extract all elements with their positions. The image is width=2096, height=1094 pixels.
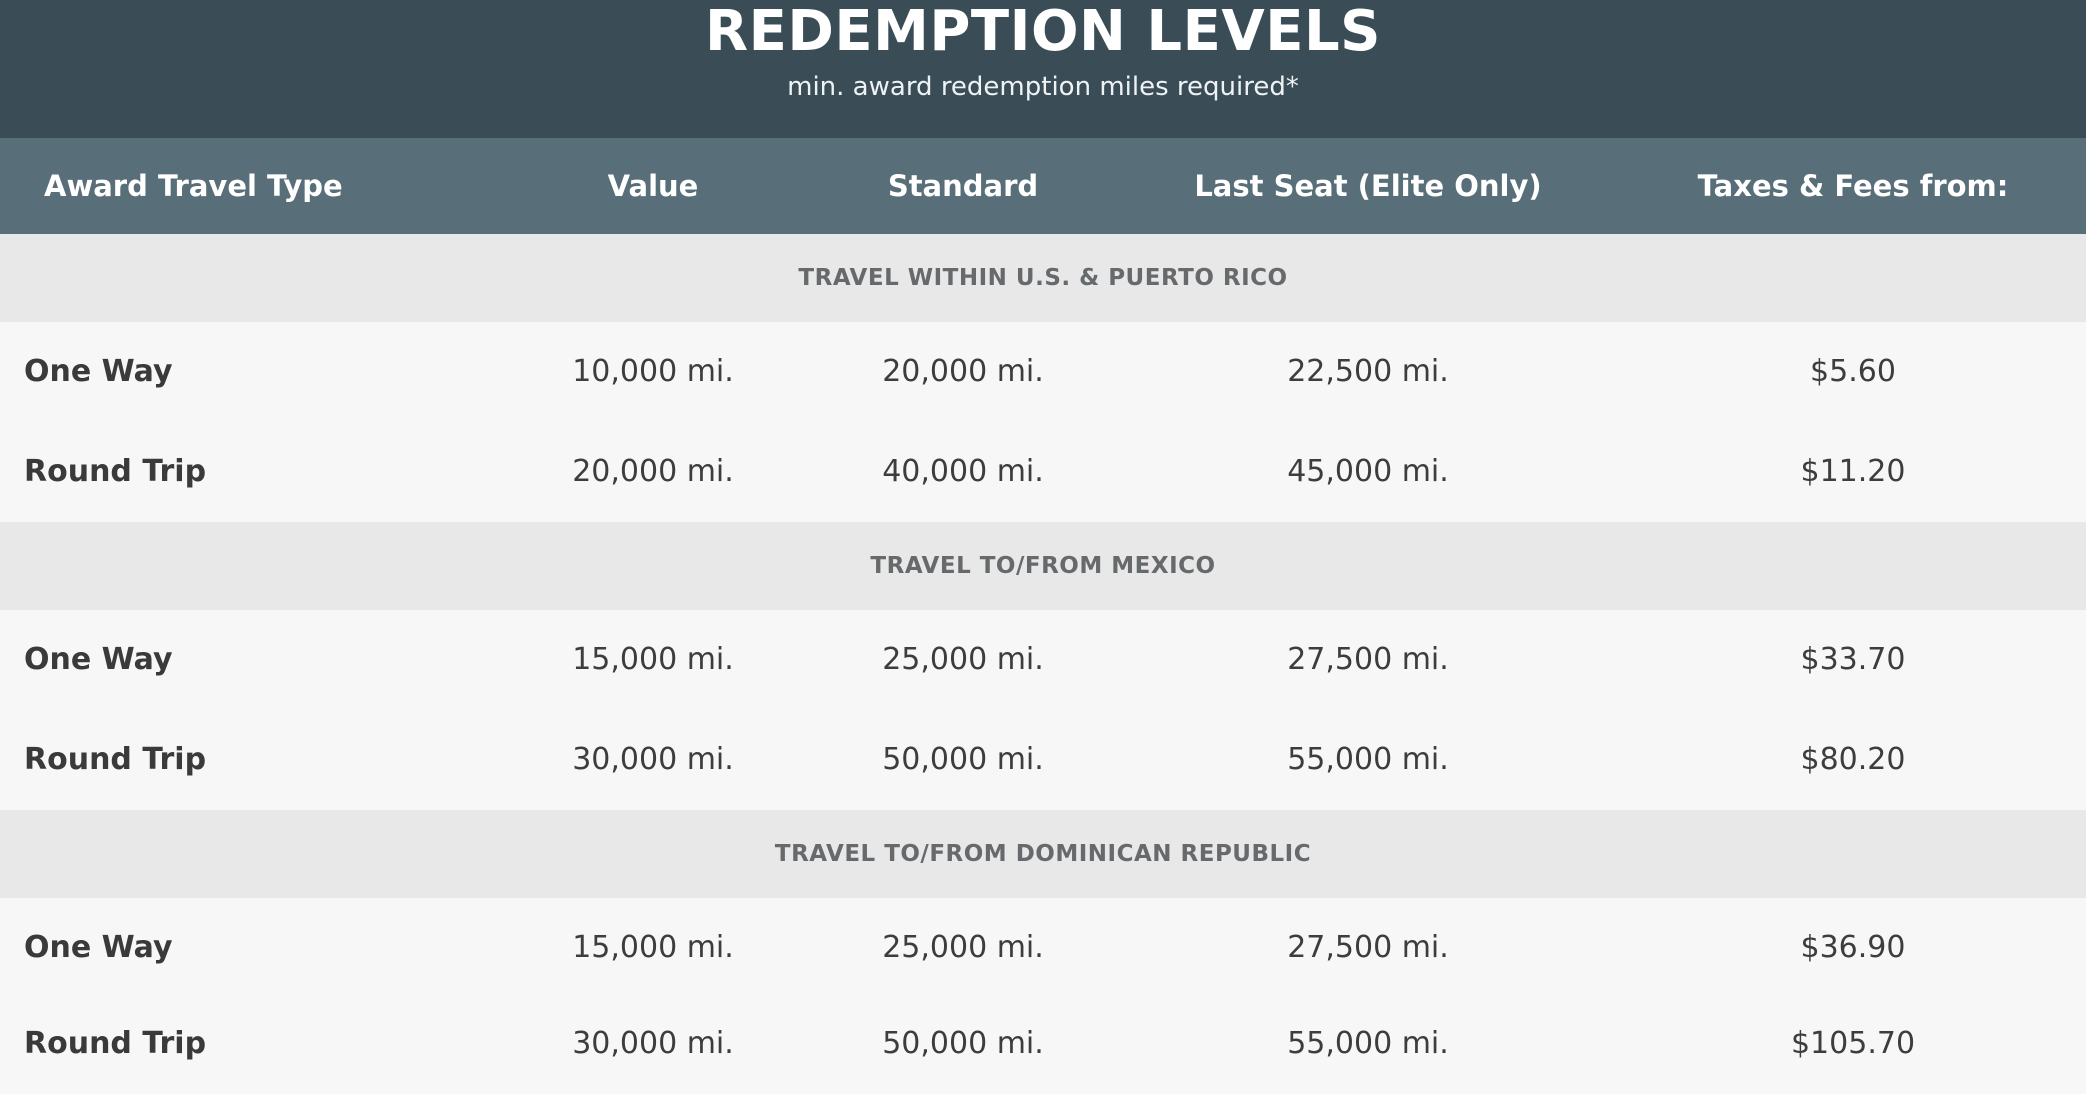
cell-standard: 20,000 mi. [882, 354, 1044, 389]
cell-last-seat: 45,000 mi. [1287, 454, 1449, 489]
cell-standard: 40,000 mi. [882, 454, 1044, 489]
cell-value: 15,000 mi. [572, 930, 734, 965]
page-title: REDEMPTION LEVELS [705, 0, 1381, 64]
cell-type: One Way [24, 930, 173, 965]
redemption-table-page: REDEMPTION LEVELS min. award redemption … [0, 0, 2096, 1094]
cell-type: Round Trip [24, 454, 207, 489]
cell-standard: 25,000 mi. [882, 930, 1044, 965]
cell-last-seat: 27,500 mi. [1287, 930, 1449, 965]
table-row: One Way 10,000 mi. 20,000 mi. 22,500 mi.… [0, 322, 2086, 422]
cell-last-seat: 22,500 mi. [1287, 354, 1449, 389]
cell-value: 30,000 mi. [572, 1026, 734, 1061]
cell-type: Round Trip [24, 742, 207, 777]
column-header-award-travel-type: Award Travel Type [44, 169, 343, 203]
cell-standard: 25,000 mi. [882, 642, 1044, 677]
table-row: One Way 15,000 mi. 25,000 mi. 27,500 mi.… [0, 898, 2086, 998]
column-header-value: Value [607, 169, 699, 203]
cell-value: 30,000 mi. [572, 742, 734, 777]
cell-last-seat: 55,000 mi. [1287, 742, 1449, 777]
column-header-last-seat: Last Seat (Elite Only) [1194, 169, 1542, 203]
cell-taxes: $11.20 [1800, 454, 1906, 489]
table-header: Award Travel Type Value Standard Last Se… [0, 138, 2086, 234]
cell-taxes: $80.20 [1800, 742, 1906, 777]
cell-taxes: $36.90 [1800, 930, 1906, 965]
table-row: Round Trip 30,000 mi. 50,000 mi. 55,000 … [0, 710, 2086, 810]
cell-value: 15,000 mi. [572, 642, 734, 677]
cell-type: Round Trip [24, 1026, 207, 1061]
cell-standard: 50,000 mi. [882, 742, 1044, 777]
section-header-dominican-republic: TRAVEL TO/FROM DOMINICAN REPUBLIC [0, 810, 2086, 898]
cell-last-seat: 27,500 mi. [1287, 642, 1449, 677]
section-header-us-puerto-rico: TRAVEL WITHIN U.S. & PUERTO RICO [0, 234, 2086, 322]
banner: REDEMPTION LEVELS min. award redemption … [0, 0, 2086, 138]
column-header-taxes-fees: Taxes & Fees from: [1697, 169, 2009, 203]
cell-type: One Way [24, 354, 173, 389]
section-header-mexico: TRAVEL TO/FROM MEXICO [0, 522, 2086, 610]
cell-type: One Way [24, 642, 173, 677]
cell-standard: 50,000 mi. [882, 1026, 1044, 1061]
cell-taxes: $5.60 [1810, 354, 1896, 389]
cell-value: 10,000 mi. [572, 354, 734, 389]
table-row: One Way 15,000 mi. 25,000 mi. 27,500 mi.… [0, 610, 2086, 710]
cell-last-seat: 55,000 mi. [1287, 1026, 1449, 1061]
table-row: Round Trip 20,000 mi. 40,000 mi. 45,000 … [0, 422, 2086, 522]
cell-taxes: $33.70 [1800, 642, 1906, 677]
page-subtitle: min. award redemption miles required* [787, 72, 1299, 102]
cell-value: 20,000 mi. [572, 454, 734, 489]
cell-taxes: $105.70 [1790, 1026, 1916, 1061]
column-header-standard: Standard [887, 169, 1039, 203]
table-row: Round Trip 30,000 mi. 50,000 mi. 55,000 … [0, 994, 2086, 1094]
